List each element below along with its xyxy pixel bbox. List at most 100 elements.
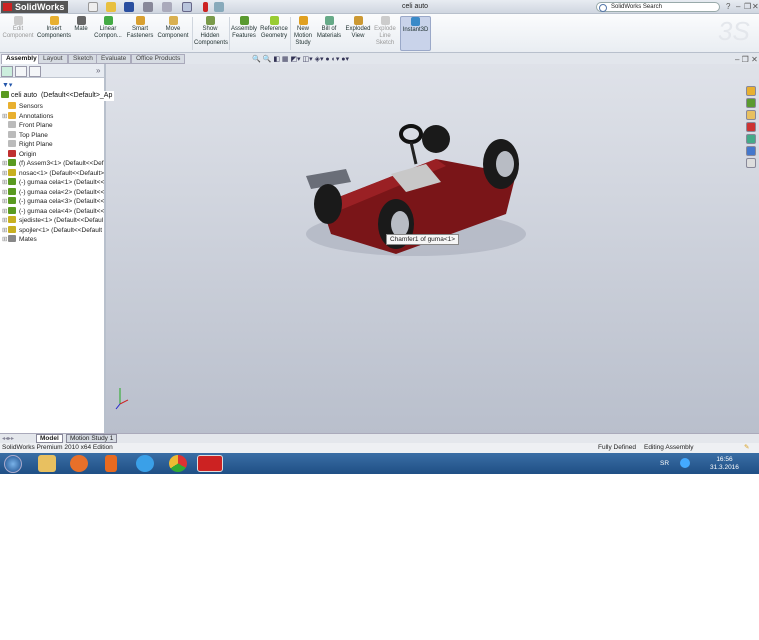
tree-item-icon [8, 178, 16, 185]
rebuild-pencil-icon[interactable]: ✎ [744, 443, 749, 453]
tab-layout[interactable]: Layout [38, 54, 68, 64]
internet-explorer-icon[interactable] [136, 455, 154, 472]
instant3d-button[interactable]: Instant3D [400, 16, 431, 51]
tab-office-products[interactable]: Office Products [131, 54, 186, 64]
search-results-icon[interactable] [746, 122, 756, 132]
tree-item[interactable]: ⊞ nosac<1> (Default<<Default> [2, 168, 104, 178]
title-bar: SolidWorks celi auto SolidWorks Search ?… [0, 0, 759, 14]
tree-item-icon [8, 235, 16, 242]
task-pane-tabs[interactable] [746, 86, 758, 170]
mate-icon [76, 16, 86, 25]
bill-of-materials-button[interactable]: Bill of Materials [316, 16, 342, 40]
graphics-area[interactable] [106, 64, 759, 433]
tab-motion-study-1[interactable]: Motion Study 1 [66, 434, 118, 443]
expand-panel-icon[interactable]: » [96, 66, 100, 75]
tab-assembly[interactable]: Assembly [1, 54, 42, 64]
print-icon[interactable] [143, 2, 153, 12]
save-icon[interactable] [124, 2, 134, 12]
explode-line-sketch-button[interactable]: Explode Line Sketch [373, 16, 397, 47]
assembly-icon [1, 91, 9, 98]
tree-item[interactable]: Origin [2, 149, 104, 159]
tree-item[interactable]: Front Plane [2, 121, 104, 130]
new-document-icon[interactable] [88, 2, 98, 12]
windows-taskbar: SR 16:56 31.3.2016 [0, 453, 759, 474]
tree-item[interactable]: ⊞ (-) gumaa cela<2> (Default<< [2, 187, 104, 197]
car-model[interactable] [106, 64, 759, 433]
design-library-icon[interactable] [746, 98, 756, 108]
tab-model[interactable]: Model [36, 434, 63, 443]
tree-item[interactable]: ⊞ Mates [2, 235, 104, 244]
tree-item-icon [8, 140, 16, 147]
appearances-icon[interactable] [746, 146, 756, 156]
mate-button[interactable]: Mate [73, 16, 89, 33]
solidworks-taskbar-icon[interactable] [197, 455, 223, 472]
select-icon[interactable] [182, 2, 192, 12]
tree-item[interactable]: Sensors [2, 102, 104, 111]
tree-item[interactable]: ⊞ spojler<1> (Default<<Default [2, 225, 104, 235]
firefox-icon[interactable] [70, 455, 88, 472]
heads-up-view-toolbar[interactable]: 🔍 🔍 ◧ ▦ ◩▾ ◫▾ ◈▾ ● ◐▾ ●▾ [252, 55, 349, 64]
tree-item[interactable]: ⊞ (-) gumaa cela<1> (Default<< [2, 178, 104, 187]
clock[interactable]: 16:56 31.3.2016 [710, 456, 739, 472]
explorer-icon[interactable] [38, 455, 56, 472]
show-hidden-components-button[interactable]: Show Hidden Components [194, 16, 228, 47]
fasteners-icon [135, 16, 145, 25]
reference-geometry-button[interactable]: Reference Geometry [260, 16, 288, 40]
tab-scroll-arrows[interactable]: ◂◂▸▸ [2, 435, 14, 442]
rebuild-icon[interactable] [203, 2, 208, 12]
tree-item-icon [8, 216, 16, 223]
bom-icon [324, 16, 334, 25]
pattern-icon [103, 16, 113, 25]
tree-item[interactable]: Right Plane [2, 140, 104, 149]
motion-study-icon [298, 16, 308, 25]
language-indicator[interactable]: SR [660, 460, 669, 467]
tree-item[interactable]: ⊞ (-) gumaa cela<4> (Default<< [2, 206, 104, 216]
search-input[interactable]: SolidWorks Search [596, 2, 720, 12]
options-icon[interactable] [214, 2, 224, 12]
new-motion-study-button[interactable]: New Motion Study [292, 16, 314, 47]
tree-item-icon [8, 121, 16, 128]
chrome-icon[interactable] [169, 455, 187, 472]
resources-icon[interactable] [746, 86, 756, 96]
tree-item-icon [8, 159, 16, 166]
tree-item[interactable]: ⊞ (-) gumaa cela<3> (Default<< [2, 197, 104, 206]
tree-item[interactable]: ⊞ (f) Assem3<1> (Default<<Def [2, 159, 104, 168]
media-player-icon[interactable] [105, 455, 117, 472]
tree-item[interactable]: ⊞ sjediste<1> (Default<<Defaul [2, 216, 104, 225]
property-manager-tab[interactable] [15, 66, 27, 77]
open-icon[interactable] [106, 2, 116, 12]
move-component-button[interactable]: Move Component [157, 16, 189, 40]
assembly-features-button[interactable]: Assembly Features [231, 16, 257, 40]
model-tabs: ◂◂▸▸ Model Motion Study 1 [0, 433, 759, 443]
tree-item-icon [8, 225, 16, 233]
notification-icon[interactable] [680, 458, 690, 468]
help-button[interactable]: ? [726, 2, 730, 11]
ds-watermark-logo: 3S [718, 16, 750, 46]
viewport-window-controls[interactable]: – ❐ ✕ [735, 55, 758, 64]
restore-button[interactable]: ❐ [744, 2, 751, 11]
tree-item[interactable]: ⊞ Annotations [2, 111, 104, 121]
smart-fasteners-button[interactable]: Smart Fasteners [126, 16, 154, 40]
start-button[interactable] [4, 455, 22, 473]
configuration-manager-tab[interactable] [29, 66, 41, 77]
close-button[interactable]: ✕ [752, 2, 759, 11]
tab-sketch[interactable]: Sketch [68, 54, 98, 64]
tree-root[interactable]: celi auto (Default<<Default>_Ap [1, 91, 115, 101]
custom-properties-icon[interactable] [746, 158, 756, 168]
linear-component-pattern-button[interactable]: Linear Compon... [92, 16, 124, 40]
exploded-view-button[interactable]: Exploded View [345, 16, 371, 40]
minimize-button[interactable]: – [736, 2, 740, 11]
file-explorer-icon[interactable] [746, 110, 756, 120]
solidworks-logo[interactable]: SolidWorks [1, 1, 69, 13]
tree-item[interactable]: Top Plane [2, 130, 104, 140]
insert-components-button[interactable]: Insert Components [37, 16, 71, 40]
tree-item-icon [8, 187, 16, 195]
undo-icon[interactable] [162, 2, 172, 12]
view-palette-icon[interactable] [746, 134, 756, 144]
tab-evaluate[interactable]: Evaluate [96, 54, 132, 64]
feature-manager-tab[interactable] [1, 66, 13, 77]
tree-item-icon [8, 197, 16, 204]
edit-component-button[interactable]: Edit Component [2, 16, 34, 40]
filter-icon[interactable]: ▼▾ [2, 81, 14, 89]
document-title: celi auto [402, 3, 429, 10]
